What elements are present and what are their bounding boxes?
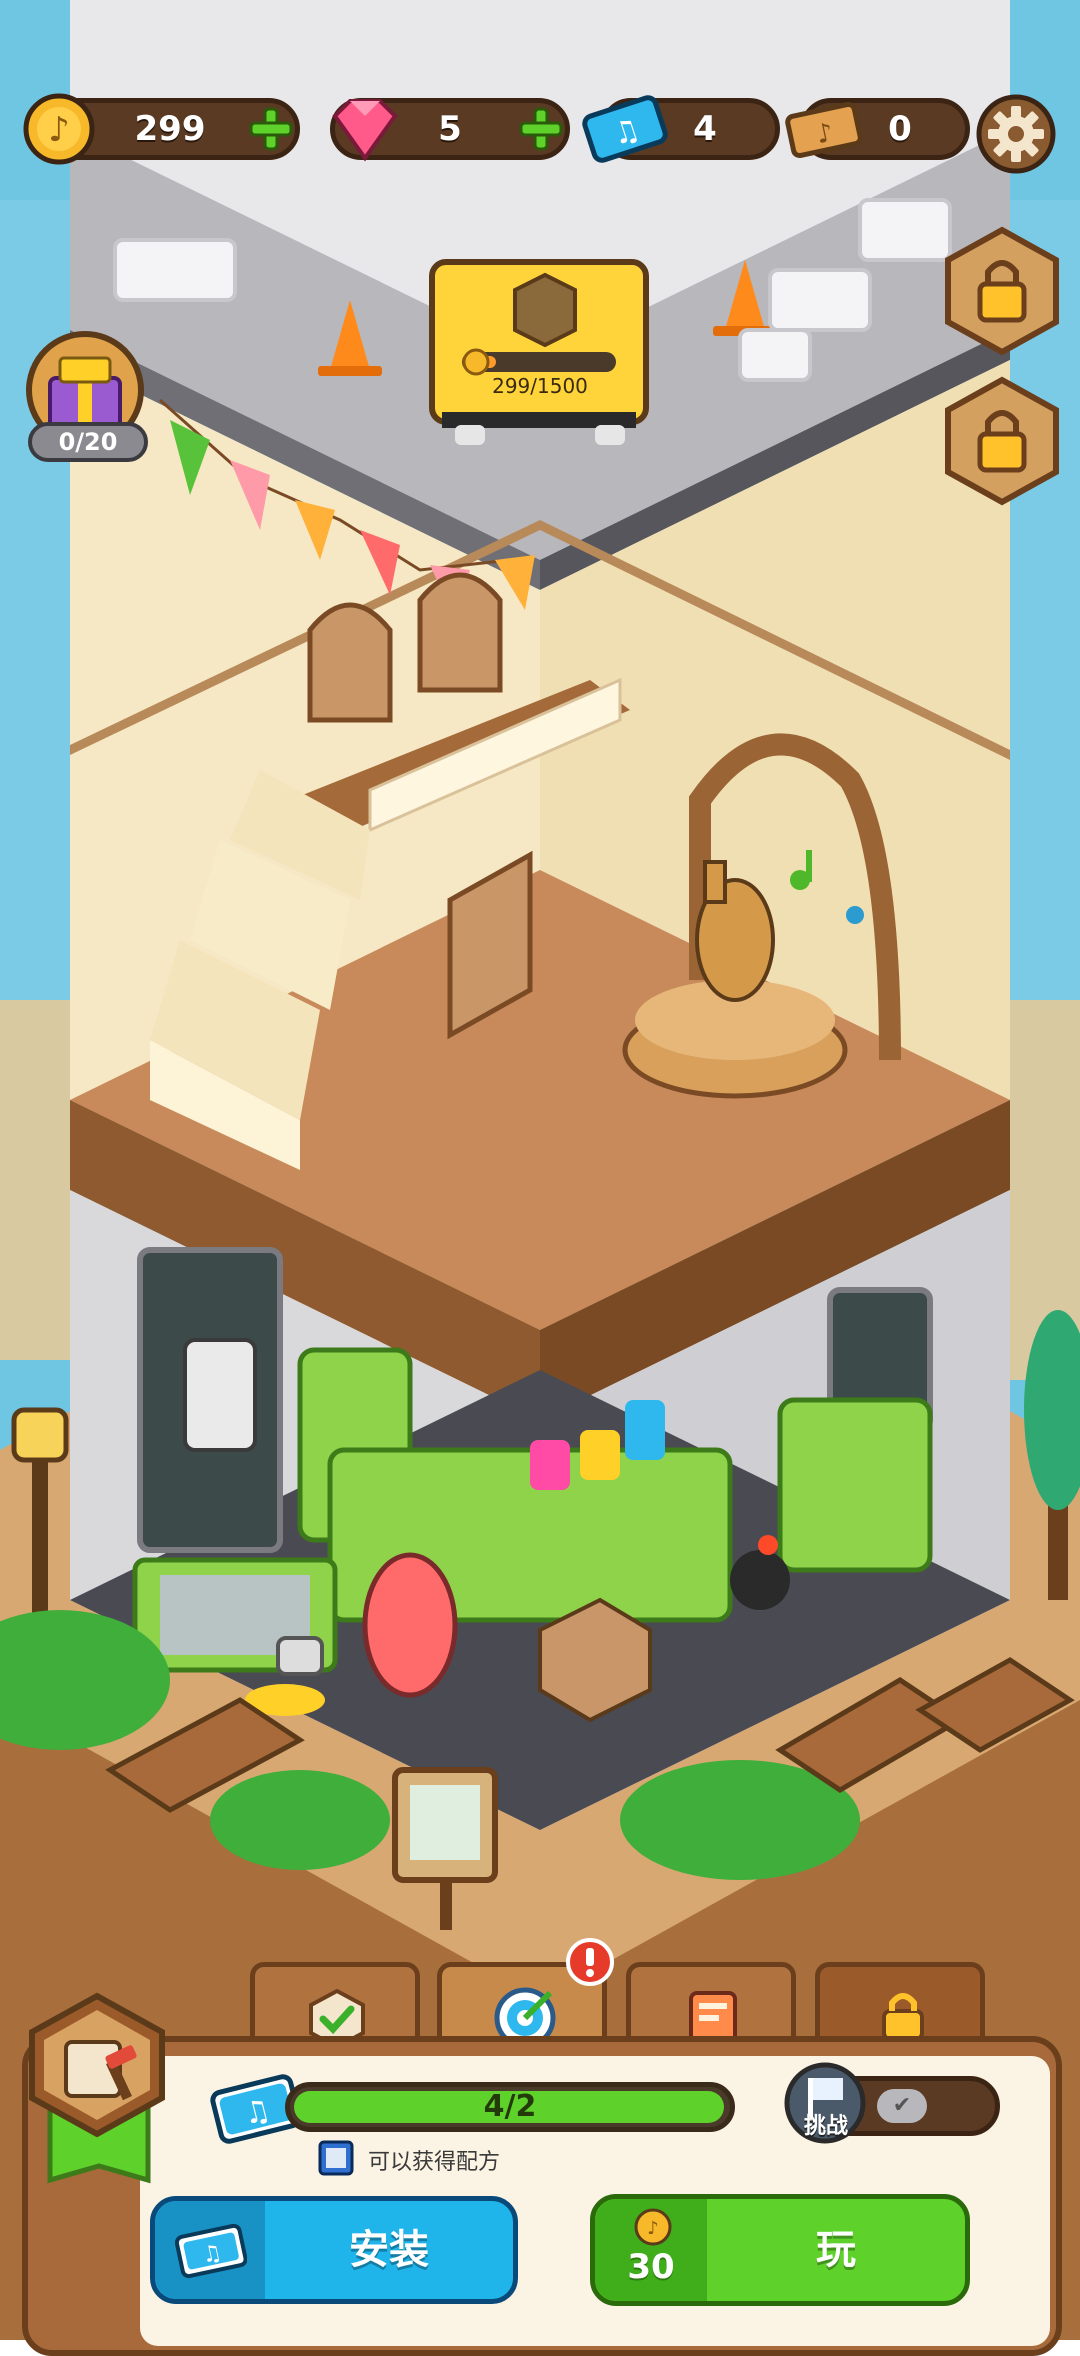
ticket-progress-bar: 4/2 <box>285 2082 735 2132</box>
coin-icon: ♪ <box>634 2208 672 2246</box>
gem-icon <box>332 99 398 162</box>
craft-hammer-icon[interactable] <box>22 1990 172 2140</box>
play-cost-value: 30 <box>627 2247 675 2287</box>
recipe-icon <box>318 2140 354 2176</box>
lock-icon <box>882 1993 924 2041</box>
ticket-progress-text: 4/2 <box>483 2089 537 2124</box>
play-button[interactable]: ♪ 30 玩 <box>590 2194 970 2306</box>
settings-gear-icon[interactable] <box>976 94 1056 174</box>
svg-text:♪: ♪ <box>647 2218 659 2239</box>
locked-slot-2-lock-icon[interactable] <box>942 376 1062 506</box>
install-button[interactable]: ♫ 安装 <box>150 2196 518 2304</box>
music-ticket-icon: ♫ <box>582 95 668 163</box>
gift-counter: 0/20 <box>28 422 148 462</box>
alert-badge-icon <box>566 1938 614 1986</box>
toggle-knob: ✔ <box>877 2089 927 2123</box>
install-button-label: 安装 <box>349 2227 429 2273</box>
construction-progress-text[interactable]: 299/1500 <box>470 374 610 398</box>
locked-slot-1-lock-icon[interactable] <box>942 226 1062 356</box>
add-coins-button[interactable] <box>243 101 299 157</box>
add-gems-button[interactable] <box>513 101 569 157</box>
ticket-icon: ♫ <box>175 2223 247 2279</box>
coin-icon: ♪ <box>23 93 95 165</box>
recipe-hint-text: 可以获得配方 <box>368 2150 501 2175</box>
gold-ticket-icon: ♪ <box>785 101 863 159</box>
play-button-label: 玩 <box>816 2227 856 2273</box>
svg-text:♪: ♪ <box>48 110 70 150</box>
gift-counter-value: 0/20 <box>58 428 118 456</box>
challenge-label: 挑战 <box>803 2114 848 2139</box>
